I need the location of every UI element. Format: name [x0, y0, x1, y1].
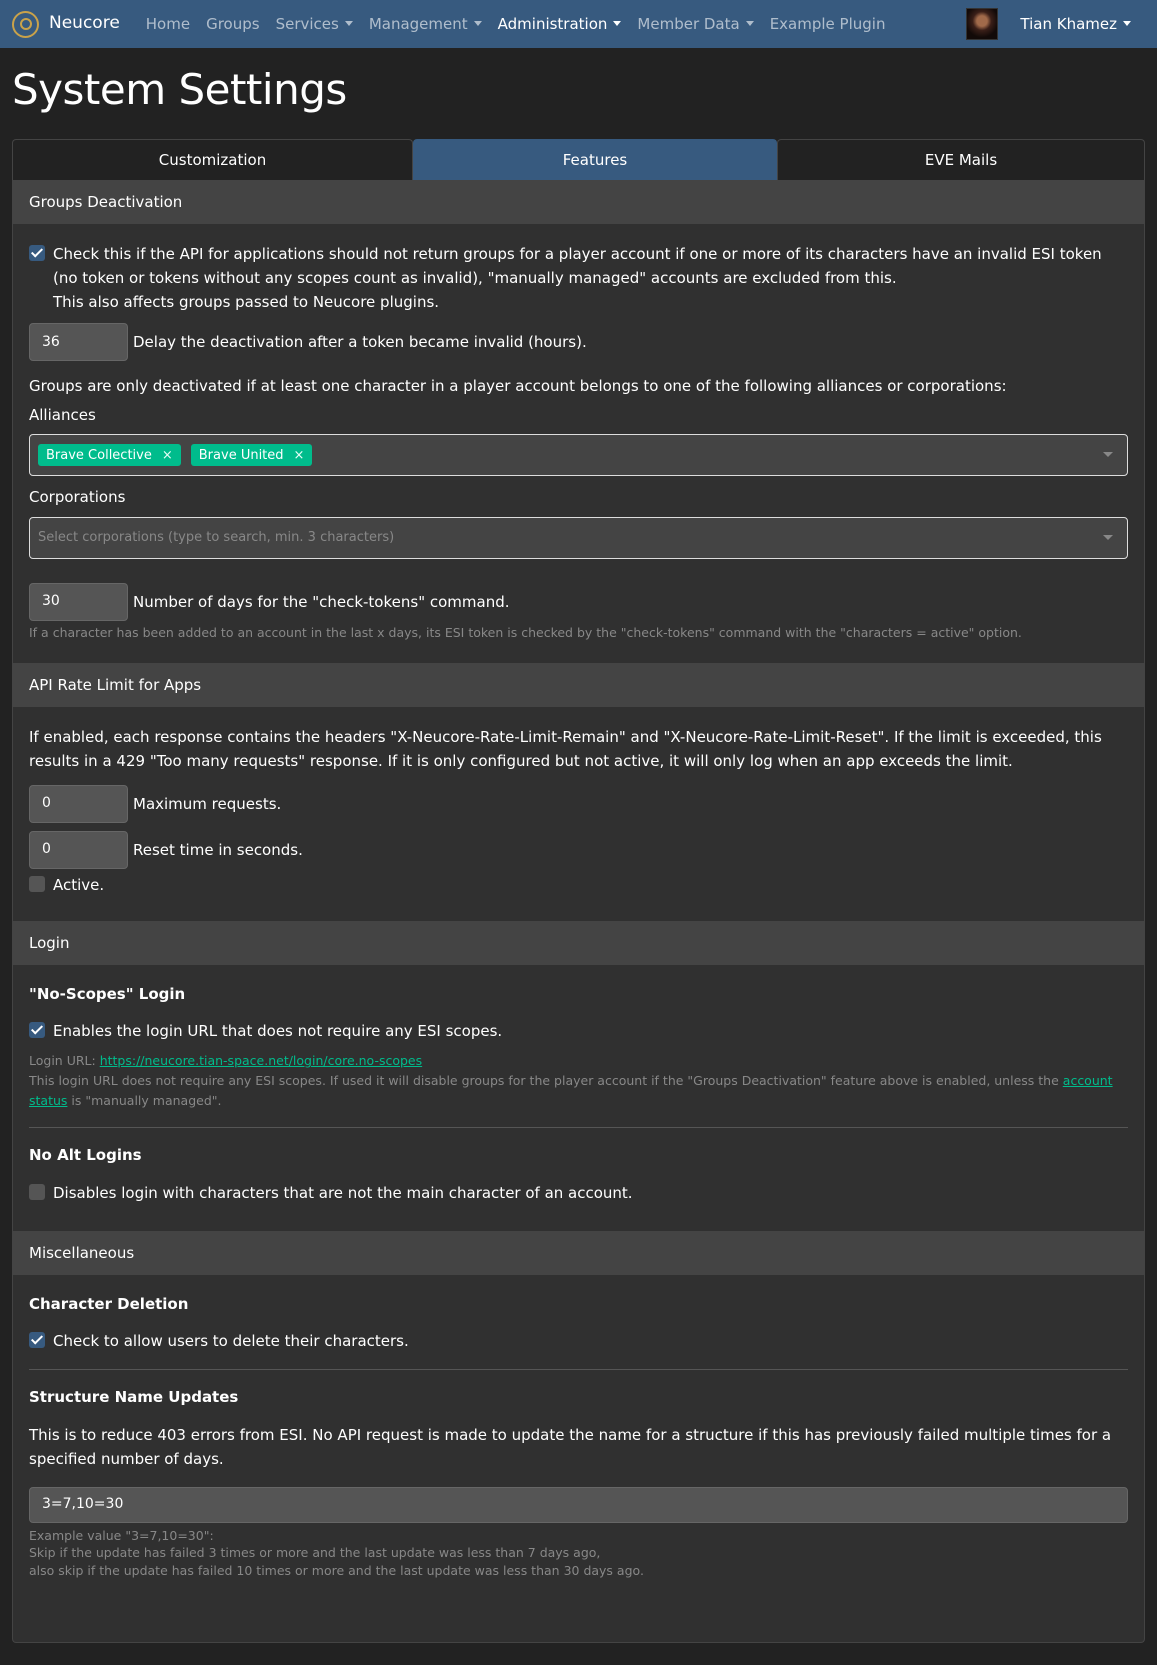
- login-url-line: Login URL: https://neucore.tian-space.ne…: [29, 1053, 423, 1069]
- no-scopes-help: This login URL does not require any ESI …: [29, 1073, 1113, 1109]
- char-deletion-check-row: Check to allow users to delete their cha…: [29, 1329, 1128, 1353]
- nav-services[interactable]: Services: [276, 13, 353, 36]
- structure-name-input[interactable]: 3=7,10=30: [29, 1486, 1128, 1523]
- groups-deactivation-check-note: This also affects groups passed to Neuco…: [53, 293, 440, 312]
- alliance-tag: Brave United ×: [190, 444, 313, 467]
- corporations-label: Corporations: [29, 488, 126, 507]
- settings-tabs: Customization Features EVE Mails: [12, 139, 1145, 181]
- divider: [29, 1369, 1128, 1371]
- groups-deactivation-header: Groups Deactivation: [13, 180, 1144, 225]
- groups-deactivation-body: Check this if the API for applications s…: [13, 224, 1144, 663]
- reset-time-label: Reset time in seconds.: [133, 840, 303, 859]
- brand-name: Neucore: [49, 13, 120, 34]
- caret-down-icon: [1123, 20, 1131, 26]
- no-scopes-title: "No-Scopes" Login: [29, 984, 186, 1003]
- caret-down-icon: [745, 20, 754, 26]
- tab-features[interactable]: Features: [413, 139, 777, 181]
- groups-deactivation-check-label: Check this if the API for applications s…: [53, 245, 1102, 288]
- no-alt-check-row: Disables login with characters that are …: [29, 1181, 1128, 1205]
- divider: [29, 1127, 1128, 1129]
- chevron-down-icon[interactable]: [1103, 534, 1113, 540]
- delay-row: 36 Delay the deactivation after a token …: [29, 323, 1128, 362]
- neucore-logo-icon: [12, 10, 39, 38]
- alliances-label: Alliances: [29, 405, 96, 424]
- check-tokens-help: If a character has been added to an acco…: [29, 624, 1022, 640]
- groups-deactivation-checkbox[interactable]: [29, 245, 45, 262]
- user-name[interactable]: Tian Khamez: [1020, 13, 1131, 36]
- nav-example-plugin[interactable]: Example Plugin: [770, 13, 886, 36]
- rate-limit-description: If enabled, each response contains the h…: [29, 727, 1102, 770]
- caret-down-icon: [344, 20, 353, 26]
- no-alt-checkbox[interactable]: [29, 1183, 45, 1200]
- corporations-select[interactable]: Select corporations (type to search, min…: [29, 516, 1128, 559]
- structure-name-title: Structure Name Updates: [29, 1388, 239, 1407]
- remove-tag-icon[interactable]: ×: [294, 446, 305, 466]
- caret-down-icon: [473, 20, 482, 26]
- groups-deactivation-check-row: Check this if the API for applications s…: [29, 242, 1128, 314]
- page-title: System Settings: [12, 65, 347, 114]
- nav-groups[interactable]: Groups: [206, 13, 259, 36]
- features-card: Groups Deactivation Check this if the AP…: [12, 180, 1145, 1644]
- groups-deactivation-info: Groups are only deactivated if at least …: [29, 377, 1007, 396]
- tab-eve-mails[interactable]: EVE Mails: [777, 139, 1145, 181]
- check-tokens-days-label: Number of days for the "check-tokens" co…: [133, 592, 510, 611]
- max-requests-label: Maximum requests.: [133, 794, 282, 813]
- no-alt-label: Disables login with characters that are …: [53, 1183, 633, 1202]
- remove-tag-icon[interactable]: ×: [162, 446, 173, 466]
- rate-limit-active-checkbox[interactable]: [29, 875, 45, 892]
- max-requests-row: 0 Maximum requests.: [29, 784, 1128, 823]
- structure-name-help: Example value "3=7,10=30": Skip if the u…: [29, 1527, 644, 1578]
- delay-hours-input[interactable]: 36: [29, 323, 128, 362]
- char-deletion-checkbox[interactable]: [29, 1332, 45, 1349]
- no-scopes-check-row: Enables the login URL that does not requ…: [29, 1019, 1128, 1043]
- page-content: System Settings Customization Features E…: [0, 65, 1157, 1644]
- check-tokens-days-input[interactable]: 30: [29, 582, 128, 621]
- login-body: "No-Scopes" Login Enables the login URL …: [13, 965, 1144, 1231]
- delay-hours-label: Delay the deactivation after a token bec…: [133, 333, 587, 352]
- avatar: [966, 8, 999, 40]
- check-tokens-row: 30 Number of days for the "check-tokens"…: [29, 582, 1128, 621]
- caret-down-icon: [613, 20, 622, 26]
- char-deletion-title: Character Deletion: [29, 1294, 189, 1313]
- nav-home[interactable]: Home: [146, 13, 190, 36]
- no-alt-title: No Alt Logins: [29, 1146, 142, 1165]
- char-deletion-label: Check to allow users to delete their cha…: [53, 1332, 409, 1351]
- brand-link[interactable]: Neucore: [12, 10, 120, 38]
- nav-member-data[interactable]: Member Data: [637, 13, 754, 36]
- reset-time-row: 0 Reset time in seconds.: [29, 830, 1128, 869]
- alliances-select[interactable]: Brave Collective × Brave United ×: [29, 434, 1128, 477]
- reset-time-input[interactable]: 0: [29, 830, 128, 869]
- login-header: Login: [13, 920, 1144, 965]
- misc-header: Miscellaneous: [13, 1230, 1144, 1275]
- no-scopes-checkbox[interactable]: [29, 1022, 45, 1039]
- structure-name-description: This is to reduce 403 errors from ESI. N…: [29, 1425, 1112, 1468]
- login-url-link[interactable]: https://neucore.tian-space.net/login/cor…: [100, 1053, 422, 1068]
- max-requests-input[interactable]: 0: [29, 784, 128, 823]
- nav-administration[interactable]: Administration: [498, 13, 622, 36]
- rate-limit-active-row: Active.: [29, 873, 1128, 897]
- no-scopes-label: Enables the login URL that does not requ…: [53, 1022, 503, 1041]
- tab-customization[interactable]: Customization: [12, 139, 413, 181]
- misc-body: Character Deletion Check to allow users …: [13, 1275, 1144, 1596]
- alliance-tag: Brave Collective ×: [38, 444, 181, 467]
- rate-limit-active-label: Active.: [53, 875, 105, 894]
- user-menu[interactable]: Tian Khamez: [966, 8, 1145, 40]
- rate-limit-body: If enabled, each response contains the h…: [13, 707, 1144, 921]
- corporations-placeholder: Select corporations (type to search, min…: [38, 530, 395, 546]
- navbar: Neucore Home Groups Services Management …: [0, 0, 1157, 48]
- chevron-down-icon[interactable]: [1103, 452, 1113, 458]
- nav-management[interactable]: Management: [369, 13, 482, 36]
- rate-limit-header: API Rate Limit for Apps: [13, 662, 1144, 707]
